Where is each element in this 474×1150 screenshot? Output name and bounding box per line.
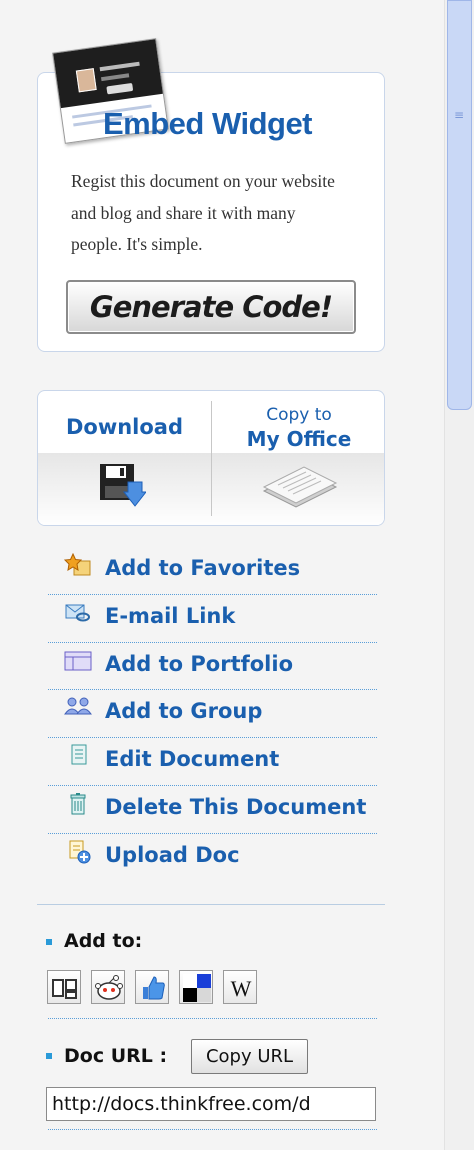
reddit-icon[interactable] [91, 970, 125, 1004]
email-link-icon [65, 604, 90, 622]
digg-icon[interactable] [47, 970, 81, 1004]
upload-doc-link[interactable]: Upload Doc [48, 834, 377, 882]
delete-document-link[interactable]: Delete This Document [48, 786, 377, 834]
paper-stack-icon [262, 466, 338, 508]
add-to-group-link[interactable]: Add to Group [48, 690, 377, 739]
copy-url-button[interactable]: Copy URL [191, 1039, 308, 1074]
bullet-icon [46, 1053, 52, 1059]
edit-document-link[interactable]: Edit Document [48, 738, 377, 786]
scrollbar-thumb[interactable] [447, 0, 472, 410]
section-divider [37, 904, 385, 905]
bullet-icon [46, 939, 52, 945]
svg-text:W: W [231, 976, 252, 1001]
floppy-download-icon [100, 464, 146, 507]
download-button[interactable]: Download [38, 391, 211, 525]
embed-widget-description: Regist this document on your website and… [71, 171, 335, 254]
wikipedia-icon[interactable]: W [223, 970, 257, 1004]
copy-to-my-office-button[interactable]: Copy to My Office [212, 391, 384, 525]
dotted-divider [48, 1018, 377, 1019]
add-to-favorites-link[interactable]: Add to Favorites [48, 547, 377, 595]
upload-doc-icon [69, 840, 91, 864]
download-label: Download [65, 415, 184, 439]
favorites-star-icon [64, 553, 91, 576]
doc-url-field[interactable]: http://docs.thinkfree.com/d [46, 1087, 376, 1121]
action-label: Add to Favorites [105, 556, 301, 580]
doc-url-label: Doc URL : [64, 1045, 168, 1067]
document-actions-list: Add to Favorites E-mail Link Add to Port… [48, 547, 377, 882]
delicious-icon[interactable] [179, 970, 213, 1004]
action-label: Upload Doc [105, 842, 240, 867]
dotted-divider [48, 1129, 377, 1130]
download-panel: Download Copy to My Office [37, 390, 385, 526]
action-label: Edit Document [105, 747, 280, 772]
action-label: Add to Portfolio [105, 651, 294, 676]
add-to-label: Add to: [64, 930, 143, 952]
trash-icon [70, 792, 86, 815]
edit-document-icon [71, 744, 87, 765]
thumbs-up-icon[interactable] [135, 970, 169, 1004]
scrollbar-grip-icon: ≡ [453, 108, 465, 122]
generate-code-button[interactable]: Generate Code! [66, 280, 356, 334]
add-to-portfolio-link[interactable]: Add to Portfolio [48, 643, 377, 691]
email-link[interactable]: E-mail Link [48, 595, 377, 643]
action-label: E-mail Link [105, 603, 236, 628]
action-label: Add to Group [105, 699, 263, 724]
copy-to-label: Copy to [266, 405, 332, 425]
group-people-icon [64, 697, 92, 715]
embed-widget-title: Embed Widget [103, 106, 313, 141]
action-label: Delete This Document [105, 794, 367, 819]
portfolio-icon [64, 651, 92, 671]
my-office-label: My Office [246, 427, 352, 451]
